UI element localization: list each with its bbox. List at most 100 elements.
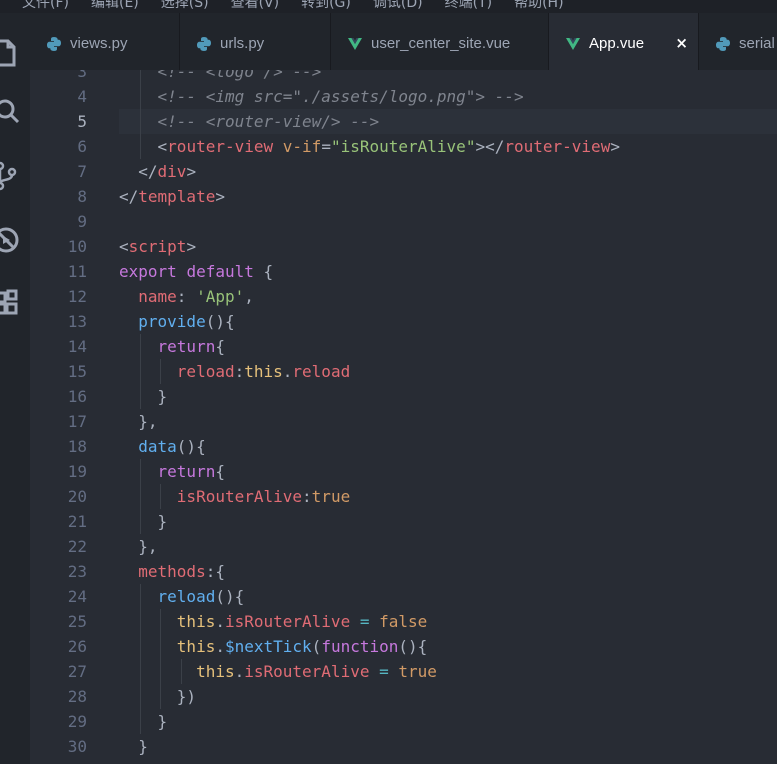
line-number: 19	[67, 462, 87, 481]
line-number: 16	[67, 387, 87, 406]
code-token: this	[176, 612, 216, 631]
code-token: </	[119, 187, 139, 206]
code-line: 29 }	[30, 709, 777, 734]
code-text: return{	[119, 334, 225, 359]
code-token: this	[244, 362, 283, 381]
python-icon	[196, 36, 212, 52]
tab-views-py[interactable]: views.py	[30, 13, 180, 70]
code-text: }	[119, 759, 129, 764]
code-token: })	[176, 687, 197, 706]
code-line: 31}	[30, 759, 777, 764]
code-line: 27 this.isRouterAlive = true	[30, 659, 777, 684]
menu-view[interactable]: 查看(V)	[231, 0, 280, 12]
menu-go[interactable]: 转到(G)	[301, 0, 351, 12]
files-icon[interactable]	[0, 37, 22, 69]
code-token: script	[128, 237, 187, 256]
line-number: 8	[77, 187, 87, 206]
source-control-icon[interactable]	[0, 160, 22, 192]
code-text: this.$nextTick(function(){	[119, 634, 427, 659]
menu-file[interactable]: 文件(F)	[22, 0, 69, 12]
code-token: (){	[398, 637, 428, 656]
menu-bar: 文件(F) 编辑(E) 选择(S) 查看(V) 转到(G) 调试(D) 终端(T…	[0, 0, 777, 13]
menu-debug[interactable]: 调试(D)	[373, 0, 423, 12]
tab-label: views.py	[70, 35, 128, 52]
code-token: methods	[138, 562, 206, 581]
code-line: 5 <!-- <router-view/> -->	[30, 109, 777, 134]
code-line: 14 return{	[30, 334, 777, 359]
code-text: },	[119, 409, 157, 434]
code-token: .	[234, 662, 245, 681]
code-text: <script>	[119, 234, 196, 259]
line-number: 5	[77, 112, 87, 131]
menu-selection[interactable]: 选择(S)	[161, 0, 209, 12]
code-token: default	[186, 262, 254, 281]
code-text: name: 'App',	[119, 284, 254, 309]
code-line: 18 data(){	[30, 434, 777, 459]
search-icon[interactable]	[0, 94, 22, 126]
code-token: =	[379, 662, 389, 681]
code-editor[interactable]: 3 <!-- <logo /> --> 4 <!-- <img src="./as…	[30, 70, 777, 764]
line-number: 28	[67, 687, 87, 706]
tab-serial[interactable]: serial	[699, 13, 777, 70]
code-token: .	[215, 612, 225, 631]
code-token: isRouterAlive	[224, 612, 351, 631]
code-token: </	[138, 162, 158, 181]
line-number: 13	[67, 312, 87, 331]
code-line: 21 }	[30, 509, 777, 534]
line-number: 21	[67, 512, 87, 531]
code-text: },	[119, 534, 158, 559]
code-token: function	[321, 637, 399, 656]
menu-help[interactable]: 帮助(H)	[514, 0, 563, 12]
line-number: 3	[77, 70, 87, 81]
code-text: this.isRouterAlive = true	[119, 659, 437, 684]
code-token: provide	[138, 312, 206, 331]
close-icon[interactable]: ×	[675, 35, 688, 51]
menu-edit[interactable]: 编辑(E)	[91, 0, 139, 12]
code-text: }	[119, 709, 168, 734]
line-number: 25	[67, 612, 87, 631]
code-token: },	[138, 537, 158, 556]
code-token: isRouterAlive	[244, 662, 370, 681]
menu-terminal[interactable]: 终端(T)	[445, 0, 492, 12]
tab-label: user_center_site.vue	[371, 35, 511, 52]
tab-urls-py[interactable]: urls.py	[180, 13, 331, 70]
code-line: 11 export default {	[30, 259, 777, 284]
code-line: 16 }	[30, 384, 777, 409]
code-text: })	[119, 684, 196, 709]
code-line: 28 })	[30, 684, 777, 709]
code-token: reload	[157, 587, 216, 606]
debug-icon[interactable]	[0, 224, 22, 256]
tab-app-vue[interactable]: App.vue ×	[549, 13, 699, 70]
code-line: 17 },	[30, 409, 777, 434]
code-token: return	[157, 462, 216, 481]
code-text: <!-- <logo /> -->	[119, 70, 322, 84]
code-text: <!-- <img src="./assets/logo.png"> -->	[119, 84, 524, 109]
tab-user-center-site-vue[interactable]: user_center_site.vue	[331, 13, 549, 70]
code-token: }	[157, 512, 168, 531]
code-line: 22 },	[30, 534, 777, 559]
code-token: true	[398, 662, 437, 681]
code-text: <!-- <router-view/> -->	[119, 109, 380, 134]
extensions-icon[interactable]	[0, 287, 22, 319]
code-lines: 3 <!-- <logo /> --> 4 <!-- <img src="./as…	[30, 70, 777, 764]
tab-label: App.vue	[589, 35, 645, 52]
line-number: 18	[67, 437, 87, 456]
code-token: reload	[176, 362, 235, 381]
code-token: <	[157, 137, 168, 156]
code-token: (){	[176, 437, 206, 456]
code-line: 7 </div>	[30, 159, 777, 184]
code-line: 12 name: 'App',	[30, 284, 777, 309]
code-token: (	[311, 637, 322, 656]
code-line: 8 </template>	[30, 184, 777, 209]
python-icon	[715, 36, 731, 52]
code-token: reload	[292, 362, 351, 381]
